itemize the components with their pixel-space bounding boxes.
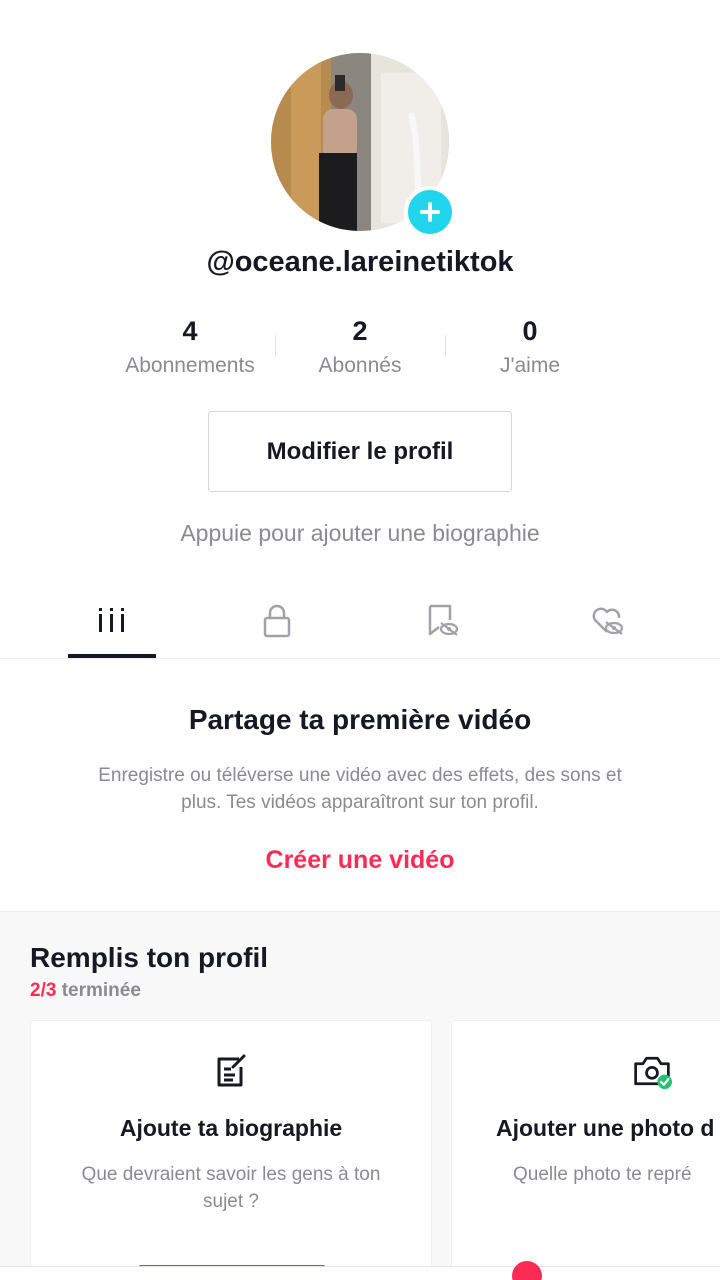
empty-state-description: Enregistre ou téléverse une vidéo avec d… xyxy=(98,765,622,813)
card-add-photo-title: Ajouter une photo d xyxy=(496,1115,715,1141)
empty-state-title: Partage ta première vidéo xyxy=(188,704,532,735)
stat-following-label: Abonnements xyxy=(125,354,255,377)
tab-videos[interactable] xyxy=(68,588,156,659)
stat-divider xyxy=(275,335,276,357)
grid-icon xyxy=(99,608,124,632)
add-avatar-button[interactable] xyxy=(404,186,456,238)
top-bar-fragment xyxy=(0,0,720,8)
card-add-bio-description: Que devraient savoir les gens à ton suje… xyxy=(81,1164,381,1212)
edit-profile-button[interactable]: Modifier le profil xyxy=(208,411,512,492)
bookmark-hidden-icon xyxy=(428,604,459,636)
fill-profile-title: Remplis ton profil xyxy=(30,942,268,973)
progress-label: terminée xyxy=(61,980,141,1001)
stat-followers-label: Abonnés xyxy=(318,354,402,377)
card-add-photo[interactable]: Ajouter une photo d Quelle photo te repr… xyxy=(451,1020,720,1280)
tab-favorites[interactable] xyxy=(398,588,486,659)
heart-hidden-icon xyxy=(592,607,624,635)
progress-count: 2/3 xyxy=(30,980,57,1001)
fill-profile-section: Remplis ton profil 2/3 terminée Ajoute t… xyxy=(0,911,720,1280)
lock-icon xyxy=(263,604,291,638)
tab-liked[interactable] xyxy=(563,588,651,659)
stat-followers-value: 2 xyxy=(352,316,368,346)
stats-row: 4 Abonnements 2 Abonnés 0 J'aime xyxy=(0,312,720,392)
stat-divider xyxy=(445,335,446,357)
stat-followers[interactable]: 2 Abonnés xyxy=(275,312,445,382)
profile-avatar-wrap[interactable] xyxy=(271,53,456,238)
card-add-bio-title: Ajoute ta biographie xyxy=(119,1115,343,1141)
stat-likes-label: J'aime xyxy=(499,354,561,377)
stat-following-value: 4 xyxy=(182,316,198,346)
card-add-photo-description: Quelle photo te repré xyxy=(513,1164,692,1185)
active-tab-indicator xyxy=(68,654,156,658)
stat-likes[interactable]: 0 J'aime xyxy=(445,312,615,382)
edit-bio-icon xyxy=(217,1054,246,1087)
camera-check-icon xyxy=(634,1056,672,1090)
fill-profile-progress: 2/3 terminée xyxy=(30,980,141,1002)
stat-likes-value: 0 xyxy=(522,316,538,346)
add-bio-hint[interactable]: Appuie pour ajouter une biographie xyxy=(0,520,720,547)
create-video-link[interactable]: Créer une vidéo xyxy=(0,846,720,875)
bottom-navigation xyxy=(0,1261,720,1280)
card-add-bio[interactable]: Ajoute ta biographie Que devraient savoi… xyxy=(30,1020,432,1280)
profile-tabs xyxy=(0,588,720,659)
username: @oceane.lareinetiktok xyxy=(206,246,514,278)
plus-icon xyxy=(420,202,440,222)
tab-private[interactable] xyxy=(233,588,321,659)
stat-following[interactable]: 4 Abonnements xyxy=(105,312,275,382)
